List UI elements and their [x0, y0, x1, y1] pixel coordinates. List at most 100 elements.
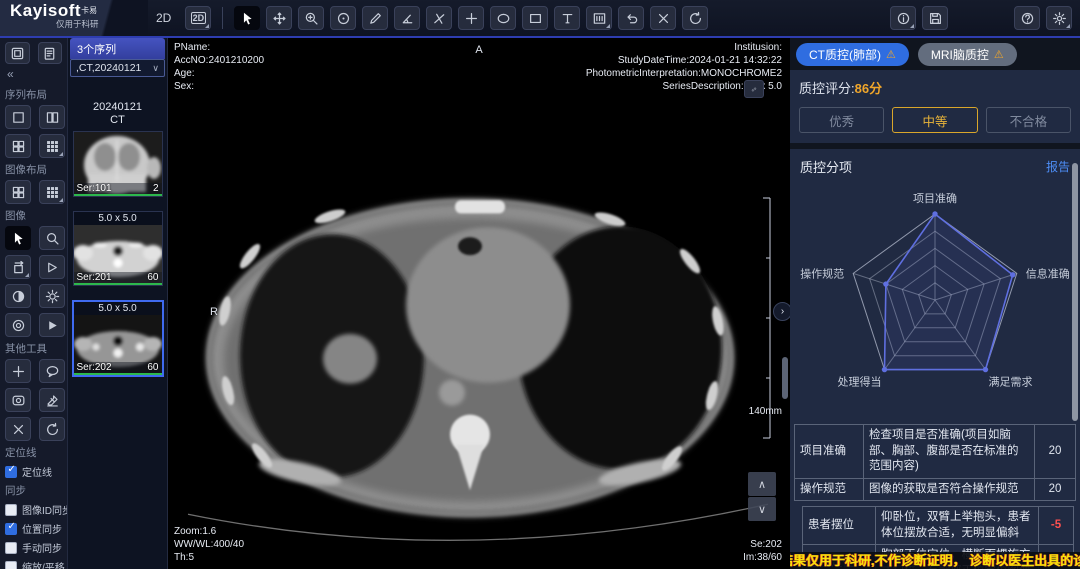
sidebar-section-label: 序列布局	[5, 87, 62, 102]
delete-annotation-button[interactable]	[650, 6, 676, 30]
image-viewport[interactable]: PName:AccNO:2401210200Age:Sex: Institusi…	[168, 38, 790, 569]
image-stepper: ∧ ∨	[748, 472, 776, 521]
svg-text:处理得当: 处理得当	[838, 375, 882, 389]
series-thumbnail-202[interactable]: 5.0 x 5.0 Ser:202	[72, 300, 164, 377]
cine-button[interactable]	[39, 255, 65, 279]
checkbox-localizer-line[interactable]: 定位线	[5, 464, 62, 479]
checkbox-image-id-sync[interactable]: 图像ID同步	[5, 502, 62, 517]
text-annotation-button[interactable]	[554, 6, 580, 30]
thumb-count: 60	[147, 362, 158, 373]
sync-checkboxes: 图像ID同步位置同步手动同步缩放/平移窗宽窗位	[5, 502, 62, 569]
image-layout-2x2-button[interactable]	[5, 180, 31, 204]
window-preset-button[interactable]	[5, 313, 31, 337]
series-thumbnail-101[interactable]: Ser:101 2	[73, 131, 163, 197]
rotate-button[interactable]	[5, 255, 31, 279]
rect-roi-button[interactable]	[522, 6, 548, 30]
undo-button[interactable]	[618, 6, 644, 30]
overlay-line: AccNO:2401210200	[174, 54, 264, 67]
link-series-button[interactable]	[744, 80, 764, 98]
series-layout-1x2-button[interactable]	[39, 105, 65, 129]
collapse-sidebar-button[interactable]: «	[5, 66, 62, 83]
zoom-tool-button[interactable]	[298, 6, 324, 30]
series-thumbnail-201[interactable]: 5.0 x 5.0 Ser:201	[73, 211, 163, 286]
delete-button[interactable]	[5, 417, 31, 441]
disclaimer-marquee: 结果仅用于科研,不作诊断证明， 诊断以医生出具的诊断	[790, 552, 1080, 569]
checkbox-label: 缩放/平移	[22, 559, 65, 569]
overlay-line: Se:202	[743, 538, 782, 551]
settings-button[interactable]	[1046, 6, 1072, 30]
checkbox-label: 定位线	[22, 464, 52, 479]
close-icon	[656, 11, 671, 26]
toolbar-main-buttons: 2D	[185, 6, 708, 30]
series-layout-3x3-button[interactable]	[39, 134, 65, 158]
play-button[interactable]	[39, 313, 65, 337]
previous-image-button[interactable]: ∧	[748, 472, 776, 496]
brightness-button[interactable]	[39, 284, 65, 308]
plus-icon	[464, 11, 479, 26]
grade-medium-button[interactable]: 中等	[892, 107, 977, 133]
probe-tool-button[interactable]	[458, 6, 484, 30]
gear-icon	[1052, 11, 1067, 26]
eraser-button[interactable]	[39, 388, 65, 412]
sidebar-tool-grid	[5, 105, 62, 158]
pan-tool-button[interactable]	[266, 6, 292, 30]
save-button[interactable]	[922, 6, 948, 30]
sidebar-tool-grid	[5, 359, 62, 441]
series-layout-1x1-button[interactable]	[5, 105, 31, 129]
checkbox-manual-sync[interactable]: 手动同步	[5, 540, 62, 555]
info-button[interactable]	[890, 6, 916, 30]
tab-mri-brain-qc[interactable]: MRI脑质控 ⚠	[918, 43, 1017, 66]
tab-ct-lung-qc[interactable]: CT质控(肺部) ⚠	[796, 43, 909, 66]
measure-tool-button[interactable]	[362, 6, 388, 30]
report-link[interactable]: 报告	[1046, 158, 1070, 175]
help-button[interactable]	[1014, 6, 1040, 30]
logo-sub-text: 卡易	[81, 6, 97, 15]
image-layout-3x3-button[interactable]	[39, 180, 65, 204]
checkbox-icon	[5, 523, 17, 535]
series-layout-2x2-button[interactable]	[5, 134, 31, 158]
select-tool-button[interactable]	[234, 6, 260, 30]
mode-2d-button[interactable]: 2D	[185, 6, 211, 30]
roi-window-button[interactable]	[5, 388, 31, 412]
overlay-line: Age:	[174, 67, 264, 80]
next-image-button[interactable]: ∨	[748, 497, 776, 521]
frames-button[interactable]	[586, 6, 612, 30]
left-tool-sidebar: « 序列布局图像布局图像其他工具 定位线 定位线 同步 图像ID同步位置同步手动…	[0, 38, 68, 569]
image-select-button[interactable]	[5, 226, 31, 250]
series-dropdown[interactable]: ,CT,20240121 ∨	[70, 59, 165, 77]
cobb-angle-tool-button[interactable]	[426, 6, 452, 30]
checkbox-position-sync[interactable]: 位置同步	[5, 521, 62, 536]
reset-button[interactable]	[682, 6, 708, 30]
app-window: Kayisoft卡易 仅用于科研 2D 2D « 序列布局图像布局图像其他工具 …	[0, 0, 1080, 569]
score-label: 质控评分:	[799, 81, 855, 96]
brightness-icon	[45, 289, 60, 304]
panel-scrollbar-thumb[interactable]	[1072, 163, 1078, 421]
image-scrollbar-thumb[interactable]	[782, 357, 788, 399]
score-value: 86分	[855, 81, 882, 96]
comment-button[interactable]	[39, 359, 65, 383]
overlay-line: StudyDateTime:2024-01-21 14:32:22	[586, 54, 782, 67]
window-level-tool-button[interactable]	[330, 6, 356, 30]
report-panel-button[interactable]	[38, 42, 63, 64]
series-list-button[interactable]	[5, 42, 30, 64]
undo-icon	[624, 11, 639, 26]
localizer-checkboxes: 定位线	[5, 464, 62, 479]
magnify-button[interactable]	[39, 226, 65, 250]
invert-button[interactable]	[5, 284, 31, 308]
checkbox-icon	[5, 542, 17, 554]
ellipse-roi-button[interactable]	[490, 6, 516, 30]
panel-expander-button[interactable]: ›	[773, 302, 790, 321]
target-icon	[336, 11, 351, 26]
cine-icon	[45, 260, 60, 275]
table-cell: 20	[1035, 478, 1076, 501]
series-dropdown-value: ,CT,20240121	[76, 62, 141, 74]
grade-fail-button[interactable]: 不合格	[986, 107, 1071, 133]
grade-excellent-button[interactable]: 优秀	[799, 107, 884, 133]
add-button[interactable]	[5, 359, 31, 383]
overlay-line: PName:	[174, 41, 264, 54]
reset-view-button[interactable]	[39, 417, 65, 441]
reset-icon	[688, 11, 703, 26]
checkbox-zoom-pan-sync[interactable]: 缩放/平移	[5, 559, 62, 569]
study-date: 20240121	[68, 101, 167, 114]
angle-tool-button[interactable]	[394, 6, 420, 30]
